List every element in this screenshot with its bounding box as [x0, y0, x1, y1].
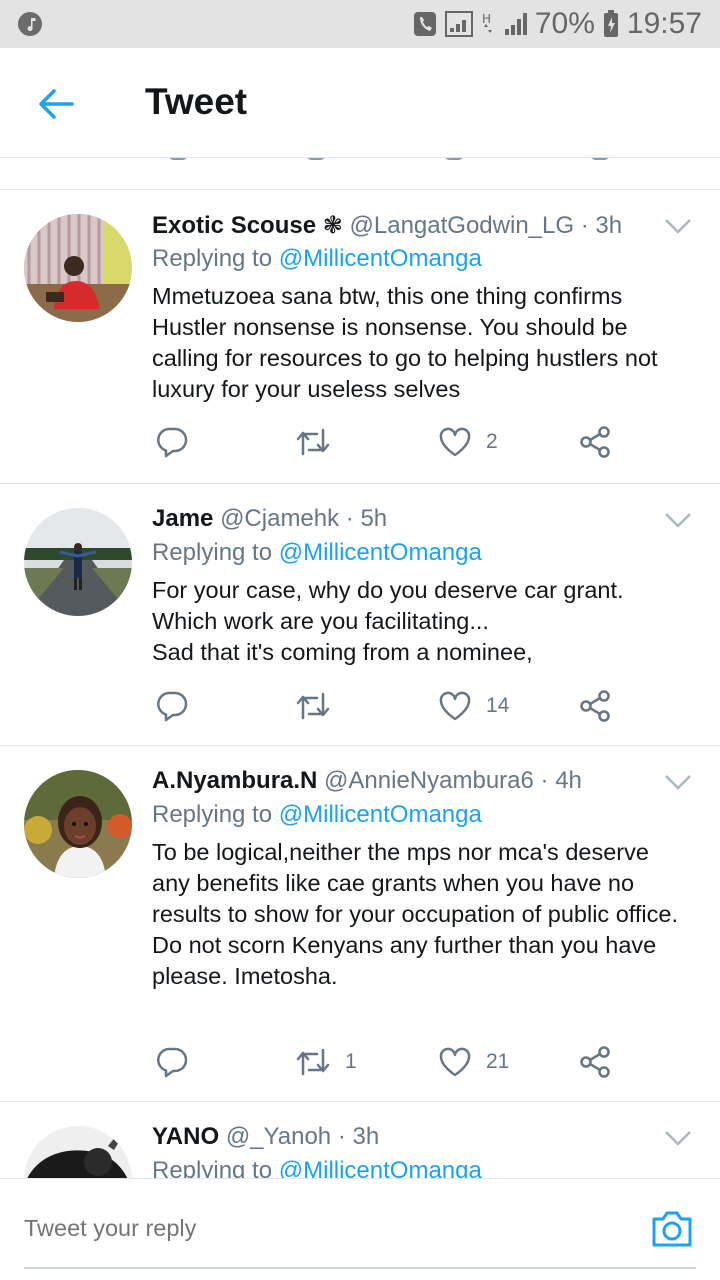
avatar[interactable]	[24, 508, 132, 616]
reply-icon	[157, 427, 188, 458]
page-title: Tweet	[145, 81, 248, 122]
reply-icon	[157, 691, 188, 722]
heart-icon	[439, 1047, 471, 1077]
tweet-header: YANO @_Yanoh · 3h	[152, 1123, 630, 1151]
arrow-left-icon	[39, 89, 74, 119]
mention-link[interactable]: @MillicentOmanga	[279, 245, 482, 272]
tweet-text: Mmetuzoea sana btw, this one thing confi…	[152, 283, 658, 402]
retweet-icon	[296, 692, 330, 720]
signal-bars-icon	[503, 11, 527, 37]
battery-icon	[603, 10, 619, 38]
tweet-text: To be logical,neither the mps nor mca's …	[152, 839, 678, 989]
previous-tweet-actions	[0, 158, 720, 190]
tweet-item[interactable]: A.Nyambura.N @AnnieNyambura6 · 4h Replyi…	[0, 746, 720, 1102]
app-header: Tweet	[0, 48, 720, 158]
chevron-down-icon[interactable]	[664, 1128, 692, 1148]
call-icon	[413, 11, 437, 37]
reply-button[interactable]	[156, 686, 188, 726]
retweet-icon	[296, 428, 330, 456]
retweet-icon	[296, 1048, 330, 1076]
tweet-item[interactable]: Jame @Cjamehk · 5h Replying to @Millicen…	[0, 484, 720, 746]
author-handle[interactable]: @Cjamehk	[220, 505, 339, 532]
avatar[interactable]	[24, 1126, 132, 1178]
retweet-count: 1	[345, 1050, 357, 1073]
author-name[interactable]: Exotic Scouse	[152, 212, 316, 239]
reply-button[interactable]	[156, 422, 188, 462]
like-count: 14	[486, 694, 510, 717]
tweet-time: · 5h	[345, 505, 388, 532]
reply-input[interactable]	[24, 1215, 584, 1242]
author-name[interactable]: Jame	[152, 505, 213, 532]
camera-button[interactable]	[650, 1209, 694, 1249]
music-note-icon	[18, 12, 42, 36]
input-underline	[24, 1267, 696, 1269]
share-button[interactable]	[578, 686, 612, 726]
share-button[interactable]	[578, 422, 612, 462]
retweet-button[interactable]	[295, 422, 345, 462]
replying-label: Replying to	[152, 1157, 273, 1178]
reply-button[interactable]	[156, 1042, 188, 1082]
mention-link[interactable]: @MillicentOmanga	[279, 801, 482, 828]
tweet-header: A.Nyambura.N @AnnieNyambura6 · 4h	[152, 767, 630, 795]
tweet-header: Jame @Cjamehk · 5h	[152, 505, 630, 533]
chevron-down-icon[interactable]	[664, 510, 692, 530]
like-count: 2	[486, 430, 498, 453]
replying-label: Replying to	[152, 539, 273, 566]
mention-link[interactable]: @MillicentOmanga	[279, 539, 482, 566]
svg-text:H: H	[482, 12, 491, 26]
tweet-item[interactable]: YANO @_Yanoh · 3h Replying to @Millicent…	[0, 1102, 720, 1178]
h-network-icon: H	[481, 11, 495, 37]
retweet-button[interactable]	[295, 686, 345, 726]
share-icon	[580, 690, 610, 722]
camera-icon	[652, 1211, 692, 1247]
chevron-down-icon[interactable]	[664, 216, 692, 236]
replying-to: Replying to @MillicentOmanga	[152, 801, 482, 829]
like-button[interactable]: 14	[438, 686, 509, 726]
share-button[interactable]	[578, 1042, 612, 1082]
tweet-actions: 2	[152, 422, 652, 462]
like-count: 21	[486, 1050, 510, 1073]
heart-icon	[439, 691, 471, 721]
reply-icon	[157, 1047, 188, 1078]
signal-icon	[444, 11, 473, 37]
like-button[interactable]: 2	[438, 422, 498, 462]
heart-icon	[439, 427, 471, 457]
author-name[interactable]: A.Nyambura.N	[152, 767, 317, 794]
like-button[interactable]: 21	[438, 1042, 509, 1082]
author-handle[interactable]: @_Yanoh	[226, 1123, 331, 1150]
replying-to: Replying to @MillicentOmanga	[152, 539, 482, 567]
avatar[interactable]	[24, 214, 132, 322]
chevron-down-icon[interactable]	[664, 772, 692, 792]
clock: 19:57	[626, 7, 702, 40]
mention-link[interactable]: @MillicentOmanga	[279, 1157, 482, 1178]
battery-level: 70%	[534, 7, 595, 40]
avatar[interactable]	[24, 770, 132, 878]
reply-composer	[0, 1178, 720, 1280]
tweet-time: · 3h	[580, 212, 623, 239]
verified-badge-icon: ❃	[322, 212, 343, 239]
share-icon	[580, 426, 610, 458]
replying-to: Replying to @MillicentOmanga	[152, 1157, 482, 1178]
author-handle[interactable]: @LangatGodwin_LG	[350, 212, 575, 239]
back-button[interactable]	[34, 82, 78, 126]
share-icon	[580, 1046, 610, 1078]
replying-label: Replying to	[152, 801, 273, 828]
replying-label: Replying to	[152, 245, 273, 272]
tweet-item[interactable]: Exotic Scouse ❃ @LangatGodwin_LG · 3h Re…	[0, 190, 720, 484]
replying-to: Replying to @MillicentOmanga	[152, 245, 482, 273]
tweet-actions: 14	[152, 686, 652, 726]
tweet-actions: 1 21	[152, 1042, 652, 1082]
author-handle[interactable]: @AnnieNyambura6	[324, 767, 534, 794]
retweet-button[interactable]: 1	[295, 1042, 357, 1082]
author-name[interactable]: YANO	[152, 1123, 219, 1150]
tweet-text: For your case, why do you deserve car gr…	[152, 577, 624, 665]
tweet-time: · 3h	[337, 1123, 380, 1150]
status-bar: H 70% 19:57	[0, 0, 720, 48]
tweet-time: · 4h	[540, 767, 582, 794]
tweet-header: Exotic Scouse ❃ @LangatGodwin_LG · 3h	[152, 211, 630, 240]
